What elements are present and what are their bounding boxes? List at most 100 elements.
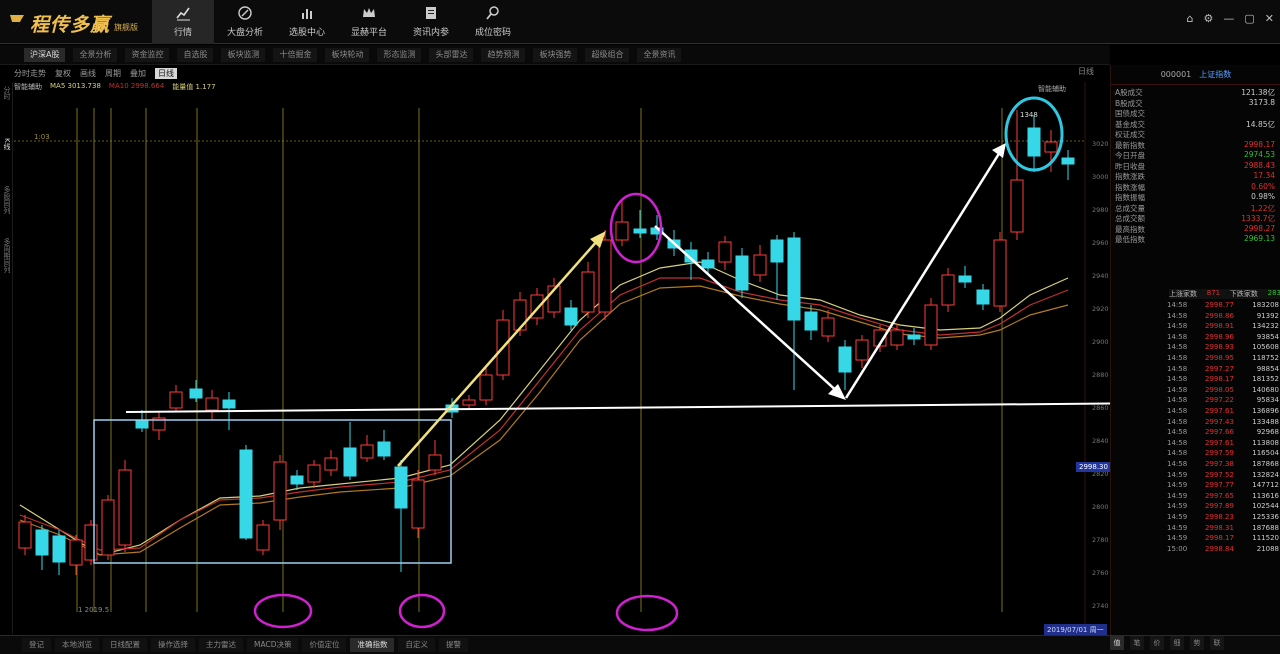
tick-price: 2997.52	[1205, 470, 1234, 479]
candle-body	[941, 274, 955, 306]
tick-time: 14:59	[1167, 502, 1188, 511]
tick-price: 2997.77	[1205, 481, 1234, 490]
stat-value: 0.98%	[1251, 192, 1275, 201]
tick-volume: 187688	[1252, 523, 1279, 532]
candle-body	[770, 239, 784, 263]
tick-price: 2997.38	[1205, 460, 1234, 468]
candle-body	[735, 255, 749, 291]
tick-row: 14:59 2998.17 111520	[1167, 534, 1279, 545]
tick-row: 14:58 2997.22 95834	[1167, 396, 1279, 407]
stat-value: 2988.43	[1243, 160, 1275, 170]
tick-row: 14:58 2998.95 118752	[1167, 354, 1279, 365]
candlesticks	[18, 110, 1075, 575]
price-axis-tick: 3020	[1092, 140, 1109, 148]
stat-row: 基金成交 14.85亿	[1115, 119, 1275, 130]
current-price-badge: 2998.30	[1076, 462, 1111, 472]
candle-body	[189, 388, 203, 399]
stat-row: 总成交额 1333.7亿	[1115, 213, 1275, 224]
rp-tab-detail[interactable]: 细	[1170, 636, 1184, 650]
tick-time: 14:58	[1167, 311, 1188, 320]
tick-volume: 21088	[1256, 544, 1279, 553]
tick-volume: 105608	[1252, 343, 1279, 352]
stat-value: 2998.17	[1243, 139, 1275, 149]
tick-volume: 147712	[1252, 481, 1279, 490]
candle-body	[598, 239, 612, 313]
candle-body	[462, 399, 476, 406]
price-axis-tick: 2740	[1092, 602, 1109, 610]
tick-volume: 187868	[1252, 460, 1279, 468]
tick-time: 14:58	[1167, 301, 1188, 309]
tick-price: 2998.23	[1205, 513, 1234, 521]
stat-label: 指数振幅	[1115, 193, 1145, 202]
close-icon[interactable]: ✕	[1265, 12, 1274, 25]
tick-volume: 133488	[1252, 417, 1279, 426]
btab-operation[interactable]: 操作选择	[151, 638, 195, 652]
tick-row: 14:58 2998.77 183208	[1167, 301, 1279, 312]
stat-label: 总成交额	[1115, 214, 1145, 223]
candle-body	[907, 334, 921, 340]
btab-daily-config[interactable]: 日线配置	[103, 638, 147, 652]
candle-body	[69, 539, 83, 566]
tick-price: 2997.43	[1205, 417, 1234, 426]
tick-time: 14:58	[1167, 343, 1188, 352]
tick-time: 14:58	[1167, 364, 1188, 373]
price-axis-tick: 2880	[1092, 371, 1109, 379]
btab-custom[interactable]: 自定义	[398, 638, 435, 652]
candle-body	[564, 307, 578, 326]
tick-volume: 93854	[1256, 332, 1279, 341]
tick-volume: 111520	[1252, 534, 1279, 543]
stat-label: 指数涨幅	[1115, 182, 1145, 192]
tick-time: 14:58	[1167, 354, 1188, 362]
btab-alert[interactable]: 提警	[438, 638, 468, 652]
stat-value: 2974.53	[1243, 150, 1275, 159]
price-axis-tick: 2760	[1092, 569, 1109, 577]
candle-body	[787, 237, 801, 321]
stat-label: 指数涨跌	[1115, 172, 1145, 181]
tick-volume: 92968	[1256, 428, 1279, 437]
candle-body	[701, 259, 715, 269]
candle-body	[169, 391, 183, 409]
candle-body	[615, 221, 629, 241]
stat-value: 2998.27	[1243, 223, 1275, 233]
candle-body	[958, 275, 972, 283]
candle-body	[513, 299, 527, 331]
tick-row: 14:58 2998.86 91392	[1167, 312, 1279, 323]
tick-time: 14:58	[1167, 375, 1188, 384]
stat-label: 昨日收盘	[1115, 161, 1145, 171]
home-icon[interactable]: ⌂	[1187, 12, 1194, 25]
settings-icon[interactable]: ⚙	[1204, 12, 1214, 25]
candle-body	[581, 271, 595, 313]
chart-grid	[14, 82, 1086, 628]
stat-label: 基金成交	[1115, 119, 1145, 129]
kline-chart[interactable]: 1348 智能辅助 1:03 1 2019.5	[0, 0, 1110, 634]
candle-body	[821, 317, 835, 337]
stat-label: B股成交	[1115, 98, 1143, 108]
tick-price: 2997.65	[1205, 491, 1234, 500]
candle-body	[118, 469, 132, 546]
candle-body	[855, 339, 869, 361]
rp-tab-value[interactable]: 值	[1110, 636, 1124, 650]
btab-macd[interactable]: MACD决策	[247, 638, 299, 652]
candle-body	[1061, 157, 1075, 165]
tick-row: 14:58 2997.38 187868	[1167, 460, 1279, 471]
rp-tab-trend[interactable]: 势	[1190, 636, 1204, 650]
price-axis-tick: 2860	[1092, 404, 1109, 412]
btab-accurate-index[interactable]: 准确指数	[350, 638, 395, 652]
btab-local-browse[interactable]: 本地浏览	[55, 638, 99, 652]
tick-price: 2997.22	[1205, 396, 1234, 405]
rp-tab-stroke[interactable]: 笔	[1130, 636, 1144, 650]
maximize-icon[interactable]: ▢	[1244, 12, 1254, 25]
rp-tab-price[interactable]: 价	[1150, 636, 1164, 650]
btab-register[interactable]: 登记	[22, 638, 51, 652]
tick-row: 14:58 2998.17 181352	[1167, 375, 1279, 386]
candle-body	[1044, 141, 1058, 153]
candle-body	[324, 457, 338, 471]
price-axis-tick: 2940	[1092, 272, 1109, 280]
tick-time: 15:00	[1167, 544, 1188, 553]
minimize-icon[interactable]: —	[1223, 12, 1234, 25]
tick-volume: 134232	[1252, 322, 1279, 331]
btab-value[interactable]: 价值定位	[302, 638, 347, 652]
rp-tab-link[interactable]: 联	[1210, 636, 1224, 650]
btab-main-radar[interactable]: 主力雷达	[199, 638, 243, 652]
candle-body	[804, 311, 818, 331]
